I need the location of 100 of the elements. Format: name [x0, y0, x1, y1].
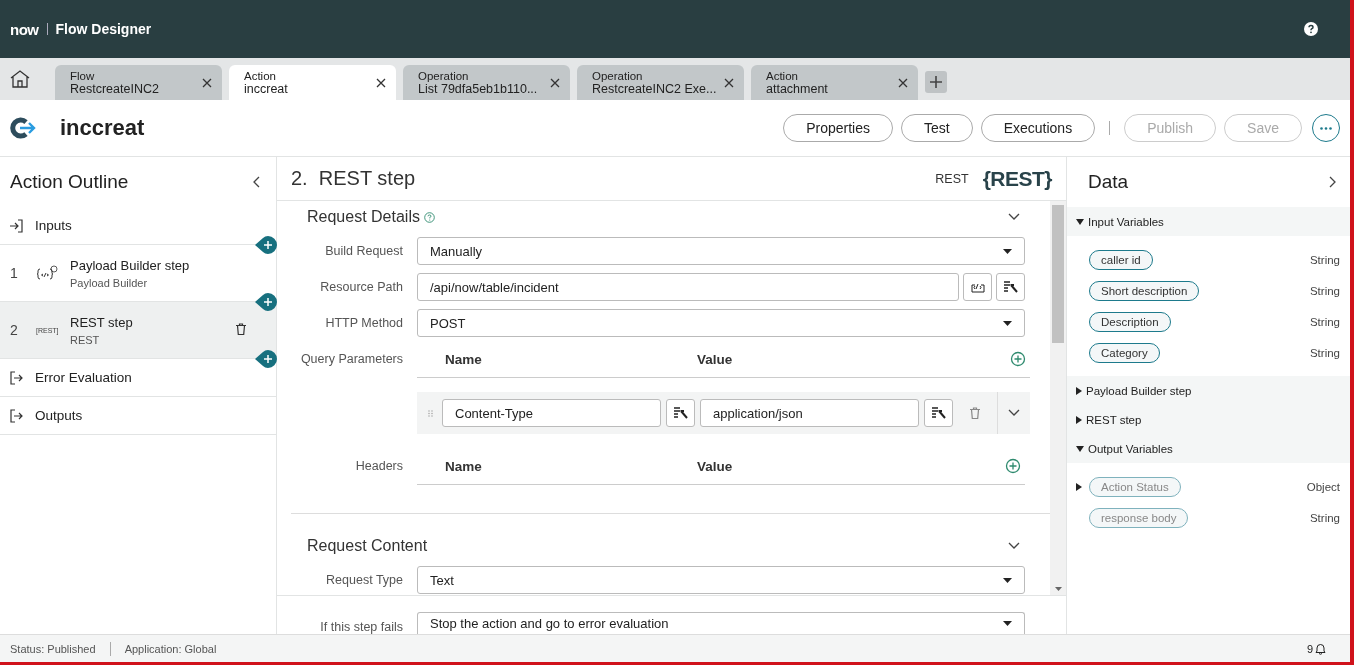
editor-tab[interactable]: Action inccreat — [229, 65, 396, 100]
step-type: Payload Builder — [70, 276, 149, 289]
pill-picker-icon — [1003, 281, 1018, 293]
add-icon[interactable] — [1005, 458, 1021, 474]
add-step-icon[interactable] — [255, 350, 277, 368]
expanded-triangle-icon[interactable] — [1076, 218, 1084, 225]
outline-label: Error Evaluation — [35, 370, 132, 385]
dropdown-field[interactable]: Stop the action and go to error evaluation — [417, 612, 1025, 634]
column-header: Value — [697, 351, 734, 367]
chevron-down-icon[interactable] — [1008, 409, 1020, 417]
outline-label: Inputs — [35, 218, 72, 233]
notification-count: 9 — [1306, 643, 1313, 655]
close-icon[interactable] — [724, 77, 734, 88]
collapsed-triangle-icon[interactable] — [1076, 482, 1082, 491]
close-icon[interactable] — [202, 77, 212, 88]
scrollbar[interactable] — [1050, 201, 1066, 595]
chevron-down-icon[interactable] — [1008, 213, 1020, 221]
step-name: Payload Builder step — [70, 257, 191, 273]
add-step-icon[interactable] — [255, 236, 277, 254]
data-pill-picker-button[interactable] — [996, 273, 1025, 301]
code-braces-icon — [36, 264, 58, 281]
column-header: Value — [697, 458, 734, 474]
chevron-down-icon[interactable] — [1008, 542, 1020, 550]
field-label: Query Parameters — [299, 351, 403, 368]
group-label: Output Variables — [1088, 442, 1173, 455]
scroll-down-icon[interactable] — [1054, 587, 1062, 591]
outline-item[interactable]: Outputs — [0, 397, 276, 435]
path-field[interactable]: /api/now/table/incident — [417, 273, 959, 301]
more-options-button[interactable] — [1312, 114, 1340, 142]
data-pill[interactable]: Short description — [1089, 280, 1200, 301]
editor-tab[interactable]: Action attachment — [751, 65, 918, 100]
field-label: HTTP Method — [324, 316, 403, 330]
variable-group[interactable]: Payload Builder step — [1067, 376, 1350, 405]
more-dots-icon — [1320, 126, 1332, 130]
editor-tab[interactable]: Operation RestcreateINC2 Exe... — [577, 65, 744, 100]
script-toggle-button[interactable] — [963, 273, 992, 301]
data-pill-picker-button[interactable] — [666, 399, 695, 427]
outline-item[interactable]: Error Evaluation — [0, 359, 276, 397]
dropdown-field[interactable]: POST — [417, 309, 1025, 337]
dropdown-field[interactable]: Text — [417, 566, 1025, 594]
data-pill[interactable]: response body — [1089, 507, 1189, 528]
panel-title: Data — [1088, 171, 1129, 193]
variable-group[interactable]: REST step — [1067, 405, 1350, 434]
data-pill[interactable]: Action Status — [1089, 476, 1181, 497]
section-title: Request Details — [307, 208, 420, 226]
variable-type: String — [1309, 315, 1340, 328]
brand-logo: now — [10, 20, 39, 38]
step-number: 1 — [10, 265, 19, 281]
variable-group[interactable]: Output Variables — [1067, 434, 1350, 463]
variable-group[interactable]: Input Variables — [1067, 207, 1350, 236]
expanded-triangle-icon[interactable] — [1076, 445, 1084, 452]
data-pill[interactable]: Category — [1089, 342, 1160, 363]
editor-tab[interactable]: Flow RestcreateINC2 — [55, 65, 222, 100]
field-label: Request Type — [325, 573, 403, 587]
drag-handle-icon[interactable] — [428, 409, 433, 417]
toolbar-button[interactable]: Test — [901, 114, 973, 142]
action-title: inccreat — [60, 115, 145, 141]
outline-label: Outputs — [35, 408, 83, 423]
output-arrow-icon — [10, 408, 23, 423]
section-title: Request Content — [307, 537, 428, 555]
variable-type: String — [1309, 253, 1340, 266]
rest-logo: {REST} — [982, 166, 1052, 191]
toolbar-button[interactable]: Executions — [980, 114, 1096, 142]
variable-type: Object — [1306, 480, 1340, 493]
data-pill[interactable]: Description — [1089, 311, 1171, 332]
field-label: Build Request — [324, 244, 403, 258]
add-step-icon[interactable] — [255, 293, 277, 311]
data-pill-picker-button[interactable] — [924, 399, 953, 427]
app-title: Flow Designer — [55, 21, 152, 37]
collapsed-triangle-icon[interactable] — [1076, 386, 1082, 395]
column-header: Name — [445, 351, 483, 367]
code-icon — [970, 281, 985, 293]
variable-type: String — [1309, 346, 1340, 359]
dropdown-field[interactable]: Manually — [417, 237, 1025, 265]
group-label: Payload Builder step — [1086, 384, 1192, 397]
editor-tab[interactable]: Operation List 79dfa5eb1b110... — [403, 65, 570, 100]
status-text: Status: Published — [10, 643, 96, 655]
trash-icon[interactable] — [236, 322, 246, 335]
header-value-field[interactable]: application/json — [700, 399, 919, 427]
toolbar-button[interactable]: Properties — [783, 114, 893, 142]
pill-picker-icon — [931, 407, 946, 419]
home-icon[interactable] — [10, 70, 30, 88]
group-label: REST step — [1086, 413, 1142, 426]
new-tab-button[interactable] — [925, 71, 947, 93]
pill-picker-icon — [673, 407, 688, 419]
close-icon[interactable] — [376, 77, 386, 88]
bell-icon[interactable] — [1315, 643, 1326, 655]
close-icon[interactable] — [550, 77, 560, 88]
dropdown-caret-icon — [1003, 621, 1012, 626]
add-icon[interactable] — [1010, 351, 1026, 367]
collapse-chevron-icon[interactable] — [253, 176, 260, 188]
header-name-field[interactable]: Content-Type — [442, 399, 661, 427]
variable-type: String — [1309, 284, 1340, 297]
variable-type: String — [1309, 511, 1340, 524]
close-icon[interactable] — [898, 77, 908, 88]
data-pill[interactable]: caller id — [1089, 249, 1153, 270]
expand-chevron-icon[interactable] — [1329, 176, 1336, 188]
collapsed-triangle-icon[interactable] — [1076, 415, 1082, 424]
plus-icon — [929, 75, 943, 89]
help-icon[interactable] — [1304, 22, 1318, 36]
